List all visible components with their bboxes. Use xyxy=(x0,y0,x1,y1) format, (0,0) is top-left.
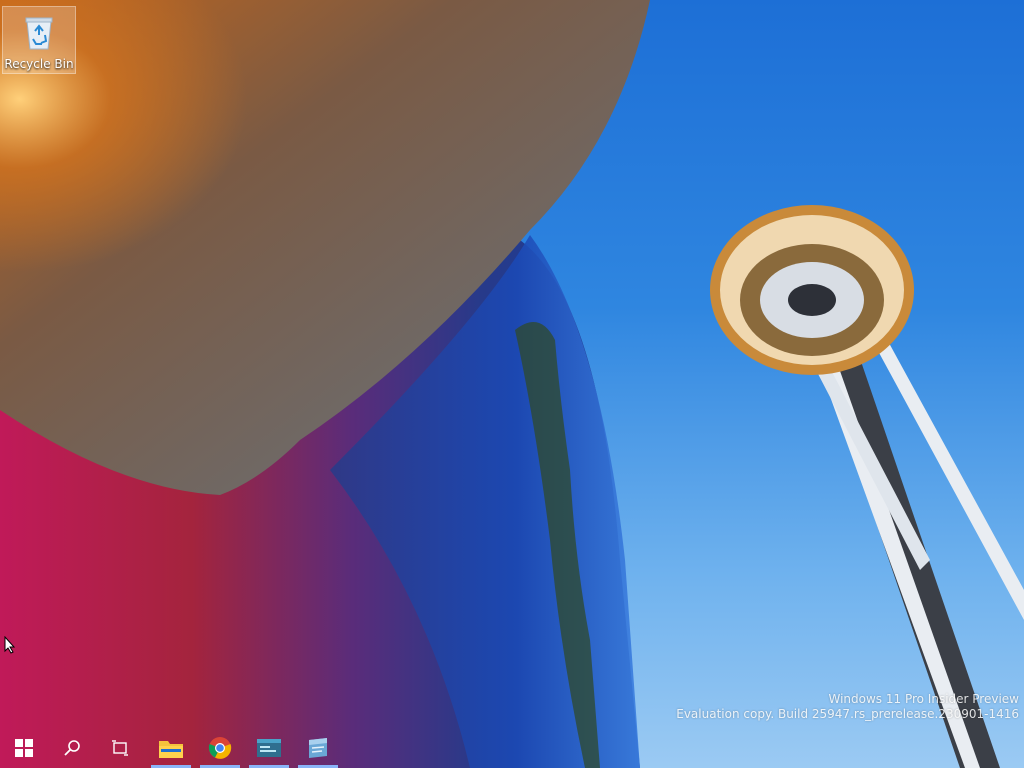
start-button[interactable] xyxy=(2,728,46,768)
recycle-bin-shortcut[interactable]: Recycle Bin xyxy=(2,6,76,74)
space-needle-illustration xyxy=(710,205,1024,768)
recycle-bin-label: Recycle Bin xyxy=(4,57,74,71)
taskbar xyxy=(0,728,1024,768)
windows-logo-icon xyxy=(15,739,33,757)
task-view-button[interactable] xyxy=(98,728,142,768)
mouse-cursor-icon xyxy=(4,635,16,654)
task-view-icon xyxy=(112,740,128,756)
wallpaper-scene xyxy=(0,0,1024,768)
taskbar-terminal[interactable] xyxy=(247,728,291,768)
search-button[interactable] xyxy=(50,728,94,768)
taskbar-file-explorer[interactable] xyxy=(149,728,193,768)
terminal-icon xyxy=(257,739,281,757)
folder-icon xyxy=(159,741,183,758)
watermark-line-1: Windows 11 Pro Insider Preview xyxy=(828,692,1019,706)
search-icon xyxy=(64,740,80,756)
taskbar-chrome[interactable] xyxy=(198,728,242,768)
evaluation-watermark: Windows 11 Pro Insider Preview Evaluatio… xyxy=(676,692,1019,722)
chrome-icon xyxy=(208,737,232,759)
watermark-line-2: Evaluation copy. Build 25947.rs_prerelea… xyxy=(676,707,1019,721)
desktop-wallpaper: Recycle Bin Windows 11 Pro Insider Previ… xyxy=(0,0,1024,768)
taskbar-app[interactable] xyxy=(296,728,340,768)
recycle-bin-icon xyxy=(24,15,54,51)
app-window-icon xyxy=(309,738,327,758)
